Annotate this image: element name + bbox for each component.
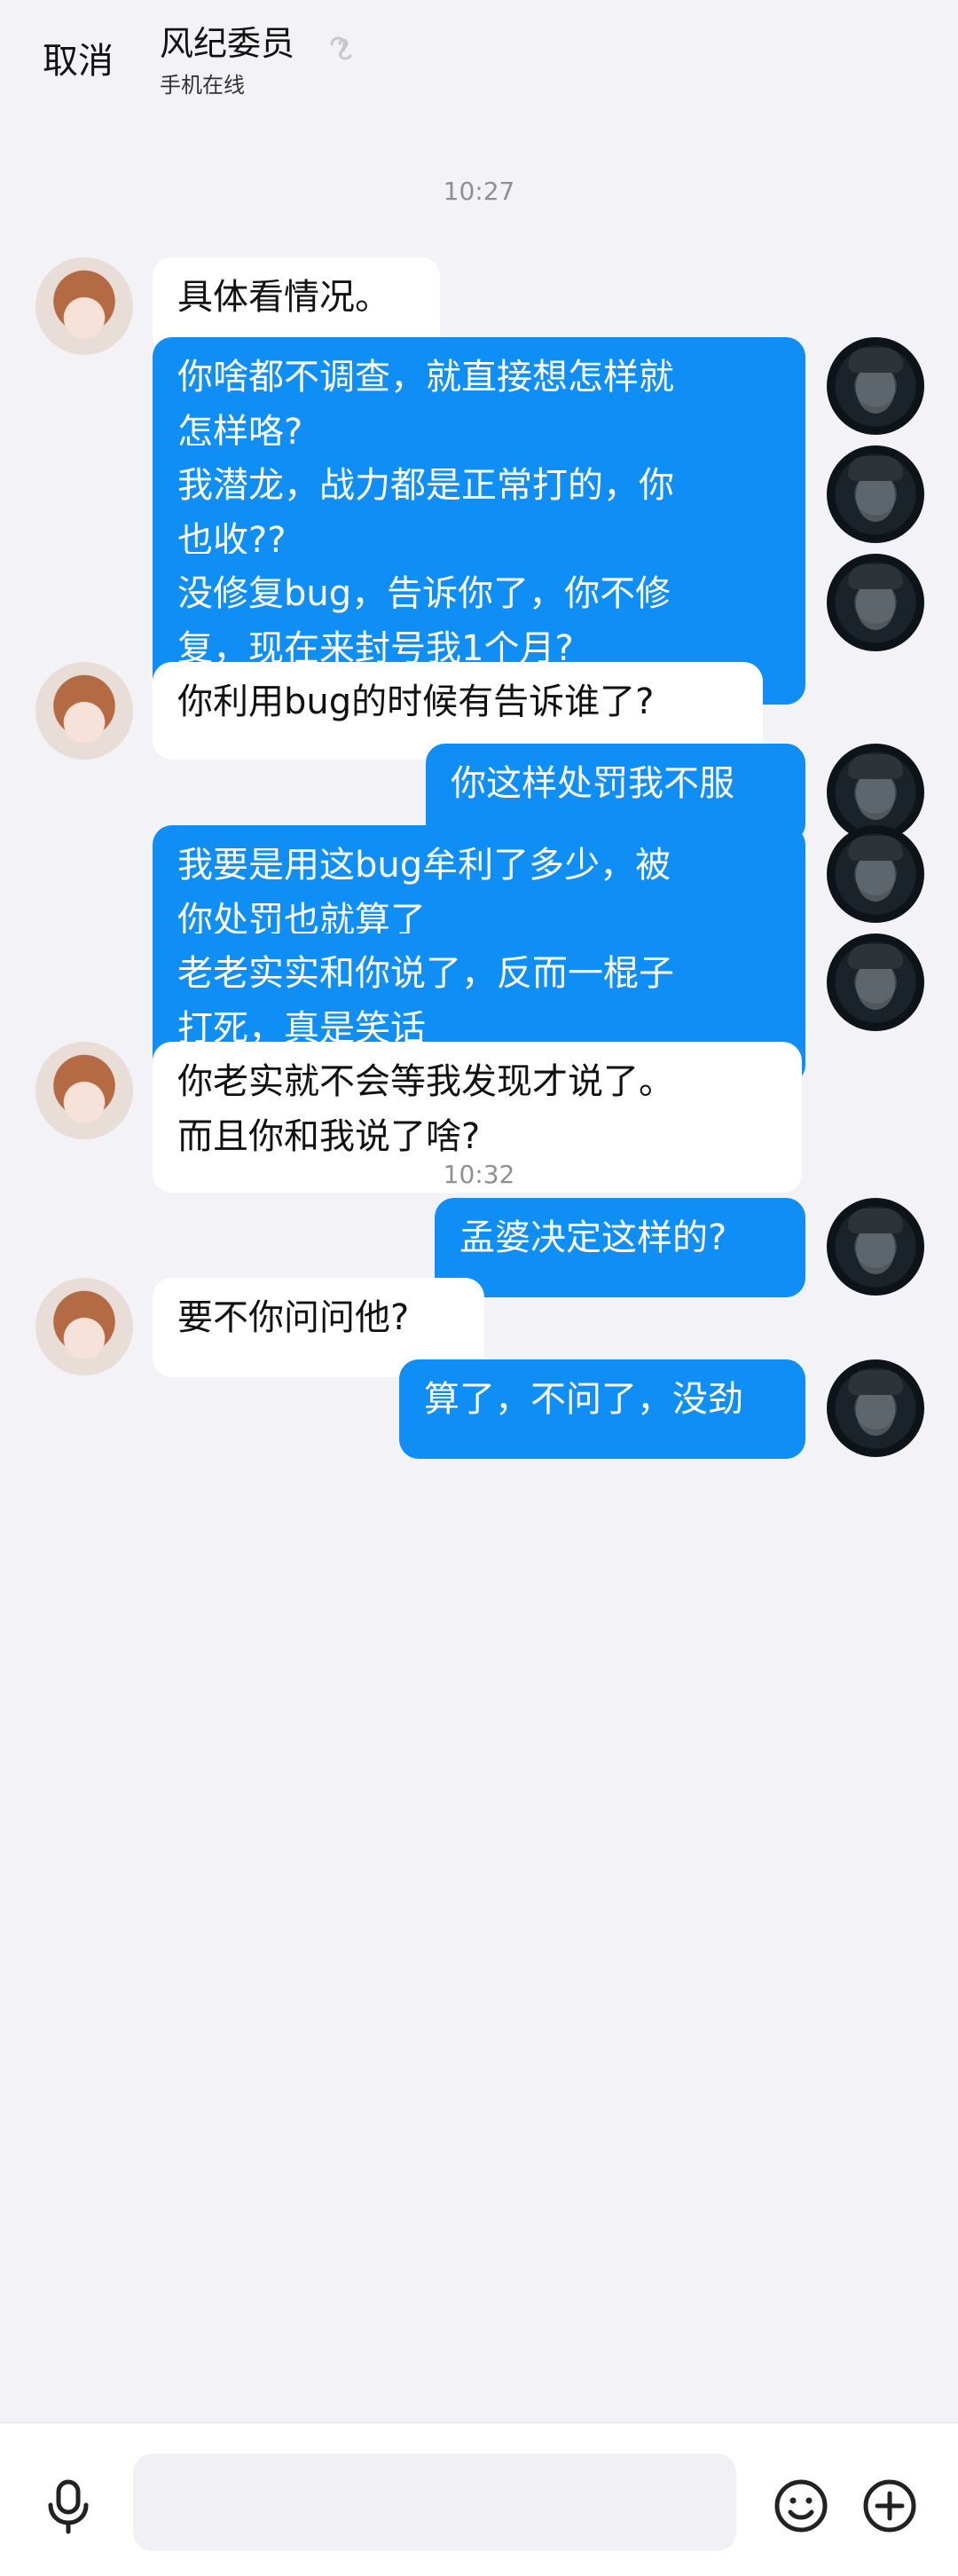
ear-icon[interactable] [330,25,360,64]
outgoing-message[interactable]: 算了，不问了，没劲 [399,1359,805,1459]
emoji-icon[interactable] [770,2475,832,2537]
contact-name: 风纪委员 [160,24,295,63]
outgoing-message[interactable]: 孟婆决定这样的? [435,1198,805,1297]
contact-avatar[interactable] [35,1278,133,1375]
user-avatar[interactable] [827,554,924,651]
user-avatar[interactable] [827,1198,924,1296]
user-avatar[interactable] [827,1359,924,1457]
user-avatar[interactable] [827,934,924,1031]
contact-avatar[interactable] [35,662,133,760]
message-input[interactable] [133,2454,736,2551]
contact-avatar[interactable] [35,257,133,355]
timestamp: 10:27 [443,177,515,206]
user-avatar[interactable] [827,337,924,435]
chat-header: 取消 风纪委员 手机在线 [0,0,958,115]
cancel-button[interactable]: 取消 [43,37,114,85]
online-status: 手机在线 [160,73,245,98]
plus-icon[interactable] [859,2475,921,2537]
timestamp: 10:32 [443,1160,515,1189]
message-input-bar [0,2422,958,2576]
user-avatar[interactable] [827,825,924,923]
microphone-icon[interactable] [37,2475,99,2537]
message-list[interactable]: 10:27 具体看情况。 你啥都不调查，就直接想怎样就 怎样咯? 我潜龙，战力都… [0,115,958,2422]
user-avatar[interactable] [827,445,924,543]
contact-avatar[interactable] [35,1042,133,1139]
